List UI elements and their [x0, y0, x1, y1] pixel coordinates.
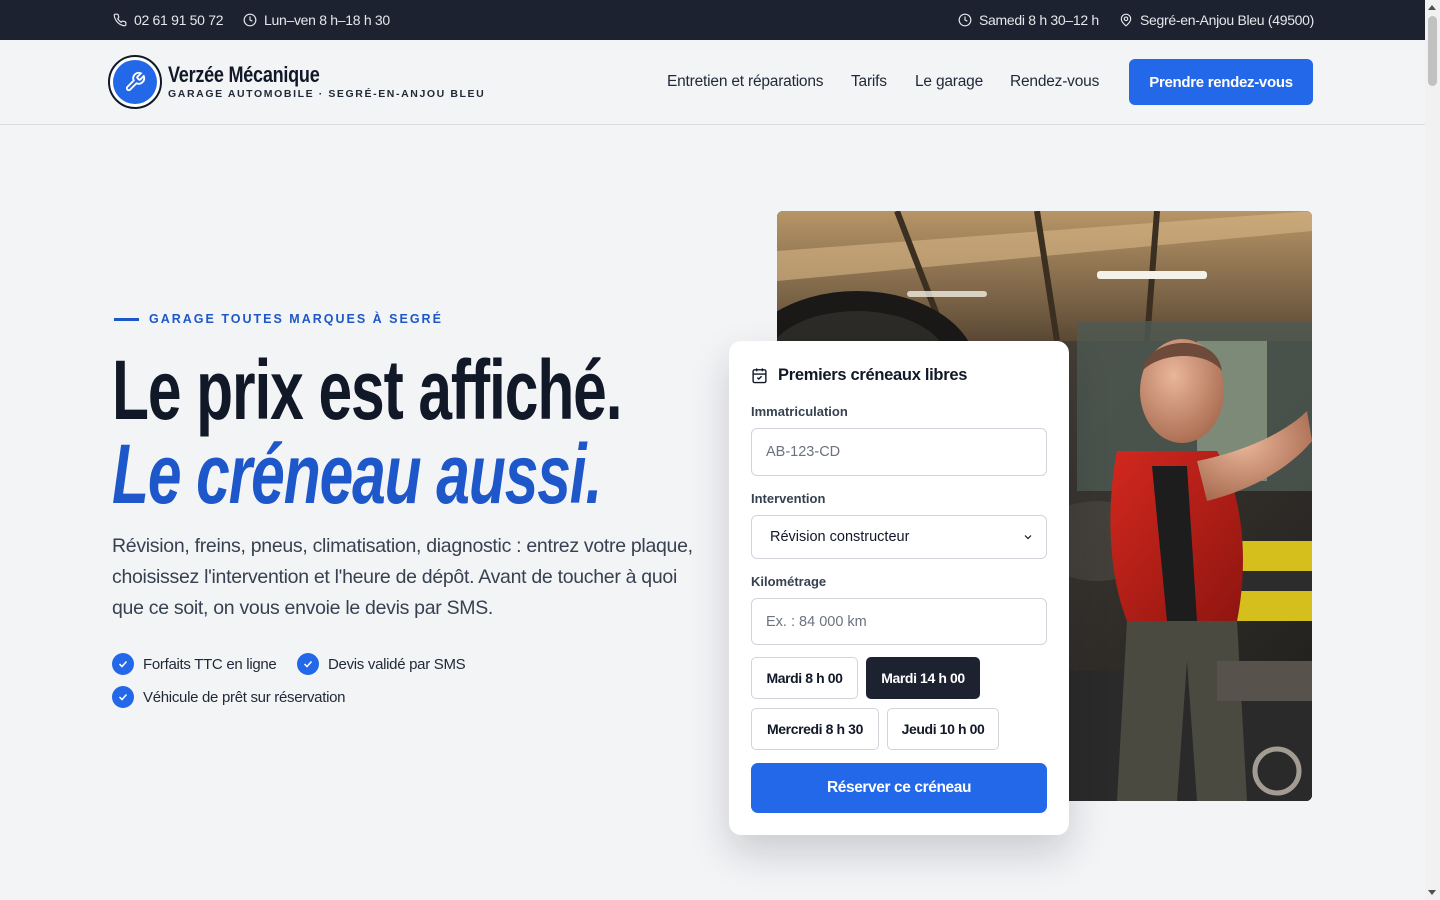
clock-icon — [243, 13, 257, 27]
check-icon — [297, 653, 319, 675]
feature-check: Forfaits TTC en ligne — [112, 653, 277, 675]
calendar-icon — [752, 368, 767, 384]
check-icon — [112, 686, 134, 708]
hero-lead: Révision, freins, pneus, climatisation, … — [112, 535, 693, 619]
wrench-icon — [125, 71, 146, 92]
chevron-down-icon — [1024, 535, 1032, 540]
hero-title-line1: Le prix est affiché. — [112, 343, 623, 437]
booking-card: Premiers créneaux libres Immatriculation… — [729, 341, 1069, 835]
scroll-down-arrow-icon[interactable] — [1428, 890, 1436, 895]
mileage-placeholder: Ex. : 84 000 km — [766, 613, 867, 630]
mileage-label: Kilométrage — [751, 574, 827, 589]
phone-contact[interactable]: 02 61 91 50 72 — [113, 0, 224, 40]
map-pin-icon — [1120, 13, 1132, 27]
page-scrollbar[interactable] — [1425, 0, 1440, 900]
slot-button[interactable]: Mardi 8 h 00 — [751, 657, 858, 699]
nav-entretien[interactable]: Entretien et réparations — [667, 40, 824, 124]
scroll-up-arrow-icon[interactable] — [1428, 5, 1436, 10]
saturday-hours: Samedi 8 h 30–12 h — [958, 0, 1099, 40]
feature-label: Forfaits TTC en ligne — [143, 655, 277, 673]
service-label: Intervention — [751, 491, 826, 506]
nav-item-label: Rendez-vous — [1010, 73, 1100, 90]
feature-check: Devis validé par SMS — [297, 653, 466, 675]
location[interactable]: Segré-en-Anjou Bleu (49500) — [1119, 0, 1314, 40]
slot-button-selected[interactable]: Mardi 14 h 00 — [866, 657, 980, 699]
booking-card-title: Premiers créneaux libres — [751, 366, 967, 385]
nav-item-label: Entretien et réparations — [667, 73, 824, 90]
eyebrow-text: GARAGE TOUTES MARQUES À SEGRÉ — [149, 312, 443, 326]
check-icon — [112, 653, 134, 675]
hero-eyebrow: GARAGE TOUTES MARQUES À SEGRÉ — [114, 312, 443, 326]
plate-placeholder: AB-123-CD — [766, 444, 841, 460]
site-header: Verzée Mécanique GARAGE AUTOMOBILE · SEG… — [0, 40, 1425, 125]
feature-label: Véhicule de prêt sur réservation — [143, 688, 346, 706]
phone-icon — [113, 13, 127, 27]
saturday-hours-text: Samedi 8 h 30–12 h — [979, 12, 1099, 28]
nav-item-label: Le garage — [915, 73, 984, 90]
plate-label: Immatriculation — [751, 404, 848, 419]
slot-button[interactable]: Mercredi 8 h 30 — [751, 708, 879, 750]
feature-label: Devis validé par SMS — [328, 655, 466, 673]
plate-input[interactable]: AB-123-CD — [751, 428, 1047, 476]
clock-icon — [958, 13, 972, 27]
slot-button[interactable]: Jeudi 10 h 00 — [887, 708, 999, 750]
scrollbar-thumb[interactable] — [1428, 16, 1437, 86]
nav-item-label: Tarifs — [851, 73, 887, 90]
feature-check: Véhicule de prêt sur réservation — [112, 686, 345, 708]
eyebrow-rule — [114, 317, 139, 321]
logo-badge — [113, 60, 157, 104]
location-text: Segré-en-Anjou Bleu (49500) — [1140, 12, 1315, 28]
service-select[interactable]: Révision constructeur — [751, 515, 1047, 559]
nav-tarifs[interactable]: Tarifs — [851, 40, 887, 124]
top-info-bar: 02 61 91 50 72 Lun–ven 8 h–18 h 30 Samed… — [0, 0, 1425, 40]
brand-tagline: GARAGE AUTOMOBILE · SEGRÉ-EN-ANJOU BLEU — [168, 88, 486, 100]
nav-le-garage[interactable]: Le garage — [915, 40, 983, 124]
week-hours-text: Lun–ven 8 h–18 h 30 — [264, 12, 390, 28]
phone-number: 02 61 91 50 72 — [134, 12, 224, 28]
brand-name[interactable]: Verzée Mécanique — [168, 62, 320, 88]
hero-title-line2: Le créneau aussi. — [112, 427, 602, 521]
booking-title-text: Premiers créneaux libres — [778, 366, 968, 384]
reserve-slot-button[interactable]: Réserver ce créneau — [751, 763, 1047, 813]
mileage-input[interactable]: Ex. : 84 000 km — [751, 598, 1047, 645]
logo[interactable] — [108, 55, 162, 109]
week-hours: Lun–ven 8 h–18 h 30 — [243, 0, 390, 40]
book-appointment-button[interactable]: Prendre rendez-vous — [1129, 59, 1313, 105]
nav-rendez-vous[interactable]: Rendez-vous — [1010, 40, 1099, 124]
service-selected-value: Révision constructeur — [770, 529, 910, 545]
